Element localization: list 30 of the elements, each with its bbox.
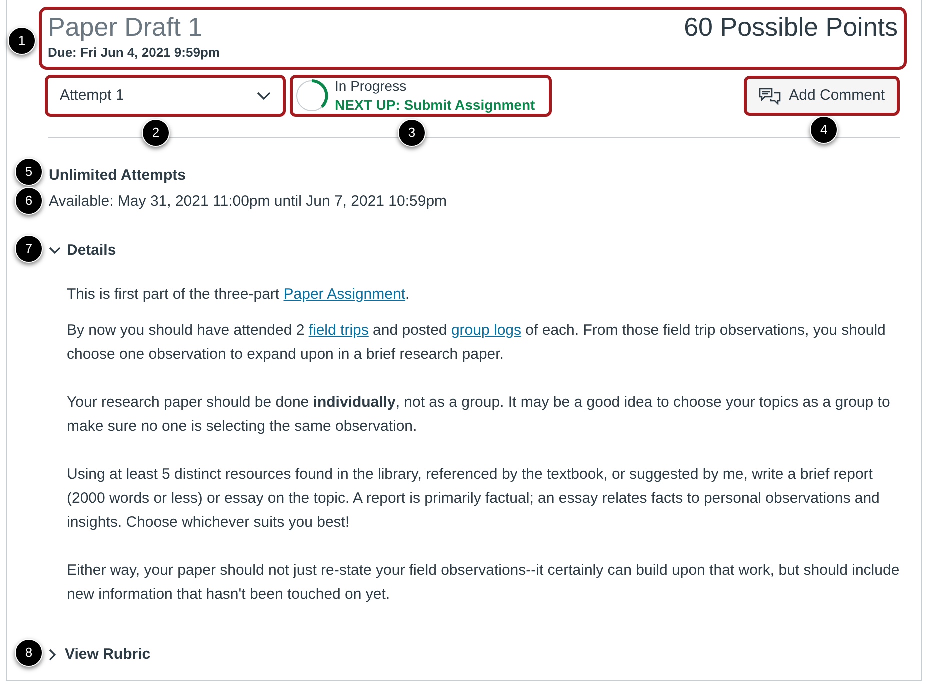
- attempt-select[interactable]: Attempt 1: [45, 75, 286, 117]
- possible-points: 60 Possible Points: [684, 11, 898, 44]
- link[interactable]: field trips: [308, 322, 369, 338]
- callout-marker: 4: [810, 116, 838, 144]
- description-paragraph: Either way, your paper should not just re-state your field observations--it certainly can build upon that work, but should include new information that hasn't been touched on yet.: [67, 560, 901, 604]
- link[interactable]: Paper Assignment: [284, 286, 406, 302]
- callout-marker: 1: [8, 27, 36, 55]
- view-rubric-toggle[interactable]: View Rubric: [49, 644, 151, 666]
- assignment-title: Paper Draft 1: [48, 11, 204, 44]
- availability-text: Available: May 31, 2021 11:00pm until Jun 7, 2021 10:59pm: [49, 193, 448, 210]
- callout-marker: 2: [142, 119, 170, 147]
- details-toggle[interactable]: Details: [49, 240, 116, 262]
- comments-icon: [759, 87, 782, 105]
- callout-marker: 7: [15, 235, 43, 263]
- callout-marker: 8: [15, 638, 43, 666]
- add-comment-button[interactable]: Add Comment: [744, 76, 900, 116]
- callout-marker: 5: [15, 158, 43, 186]
- description-paragraph: Your research paper should be done individually, not as a group. It may be a good idea to choose your topics as a group to make sure no one is selecting the same observation.: [67, 392, 892, 436]
- description-paragraph: This is first part of the three-part Paper Assignment.: [67, 284, 411, 304]
- next-up-text: NEXT UP: Submit Assignment: [335, 96, 536, 115]
- callout-marker: 6: [15, 187, 43, 215]
- progress-ring-icon: [295, 79, 329, 113]
- link[interactable]: group logs: [451, 322, 522, 338]
- description-paragraph: By now you should have attended 2 field trips and posted group logs of each. From those field trip observations, you should choose one observation to expand upon in a brief research paper.: [67, 320, 887, 364]
- due-date: Due: Fri Jun 4, 2021 9:59pm: [48, 44, 220, 62]
- status-label: In Progress: [335, 77, 408, 96]
- description-paragraph: Using at least 5 distinct resources found in the library, referenced by the textbook, or suggested by me, write a brief report (2000 words or less) or essay on the topic. A report is primarily factual; an essay relates facts to personal observations and insights. Choose whichever suits you best!: [67, 464, 881, 532]
- chevron-down-icon: [257, 92, 271, 100]
- callout-marker: 3: [398, 119, 426, 147]
- attempts-text: Unlimited Attempts: [49, 167, 186, 184]
